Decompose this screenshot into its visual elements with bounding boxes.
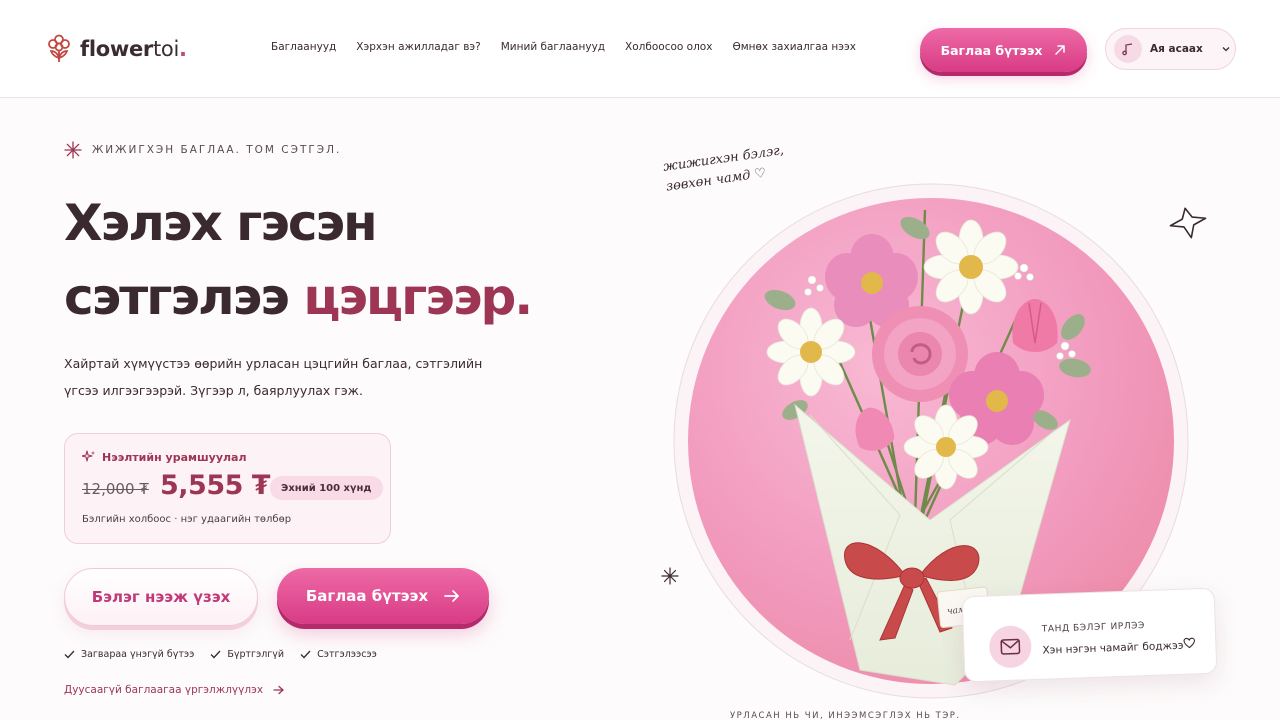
header-create-bouquet-label: Баглаа бүтээх	[940, 42, 1043, 58]
feature-check-label: Бүртгэлгүй	[227, 649, 285, 660]
hero-eyebrow: ЖИЖИГХЭН БАГЛАА. ТОМ СЭТГЭЛ.	[64, 141, 341, 159]
envelope-icon	[988, 625, 1033, 669]
music-toggle-label: Ая асаах	[1150, 43, 1203, 55]
nav-link-how-it-works[interactable]: Хэрхэн ажилладаг вэ?	[356, 41, 480, 53]
music-toggle[interactable]: Ая асаах	[1105, 28, 1236, 70]
asterisk-icon	[661, 567, 679, 585]
gift-card-text: Хэн нэгэн чамайг боджээ	[1042, 639, 1184, 657]
promo-old-price: 12,000 ₮	[82, 480, 149, 498]
check-icon	[64, 650, 75, 659]
hero-title-accent: цэцгээр.	[303, 268, 533, 326]
check-icon	[300, 650, 311, 659]
promo-note: Бэлгийн холбоос · нэг удаагийн төлбөр	[82, 514, 292, 525]
logo[interactable]: flowertoi.	[46, 34, 187, 64]
chevron-down-icon	[1222, 47, 1230, 52]
heart-outline-icon	[1183, 637, 1196, 649]
promo-card: Нээлтийн урамшуулал 12,000 ₮ 5,555 ₮ Эхн…	[64, 433, 391, 544]
arrow-right-icon	[273, 685, 285, 695]
hero-title-line2: сэтгэлээ	[64, 268, 290, 326]
feature-check-item: Загвараа үнэгүй бүтээ	[64, 649, 194, 660]
main-nav: Баглаанууд Хэрхэн ажилладаг вэ? Миний ба…	[271, 41, 856, 53]
sparkle-icon	[64, 141, 82, 159]
site-header: flowertoi. Баглаанууд Хэрхэн ажилладаг в…	[0, 0, 1280, 98]
create-bouquet-button[interactable]: Баглаа бүтээх	[277, 568, 489, 624]
sparkles-icon	[82, 450, 95, 462]
nav-link-find-link[interactable]: Холбоосоо олох	[625, 41, 712, 53]
check-icon	[210, 650, 221, 659]
open-gift-button[interactable]: Бэлэг нээж үзэх	[64, 568, 258, 626]
hero-eyebrow-text: ЖИЖИГХЭН БАГЛАА. ТОМ СЭТГЭЛ.	[92, 144, 342, 156]
gift-card-kicker: ТАНД БЭЛЭГ ИРЛЭЭ	[1041, 621, 1146, 635]
logo-wordmark: flowertoi.	[80, 37, 187, 61]
header-create-bouquet-button[interactable]: Баглаа бүтээх	[920, 28, 1087, 72]
feature-check-label: Сэтгэлээсээ	[317, 649, 377, 660]
continue-draft-label: Дуусаагүй баглаагаа үргэлжлүүлэх	[64, 684, 264, 696]
illustration-footnote: УРЛАСАН НЬ ЧИ, ИНЭЭМСЭГЛЭХ НЬ ТЭР.	[730, 711, 961, 720]
promo-badge: Эхний 100 хүнд	[270, 476, 383, 500]
nav-link-my-bouquets[interactable]: Миний баглаанууд	[501, 41, 605, 53]
gift-notification-card[interactable]: ТАНД БЭЛЭГ ИРЛЭЭ Хэн нэгэн чамайг боджээ	[961, 587, 1218, 683]
arrow-up-right-icon	[1055, 45, 1066, 55]
feature-check-item: Бүртгэлгүй	[210, 649, 284, 660]
feature-check-item: Сэтгэлээсээ	[300, 649, 377, 660]
nav-link-previous-order[interactable]: Өмнөх захиалгаа нээх	[732, 41, 856, 53]
feature-checks: Загвараа үнэгүй бүтээ Бүртгэлгүй Сэтгэлэ…	[64, 649, 377, 660]
arrow-right-icon	[444, 590, 459, 602]
promo-title-text: Нээлтийн урамшуулал	[102, 450, 247, 464]
promo-new-price: 5,555 ₮	[160, 470, 271, 501]
flower-logo-icon	[48, 34, 70, 62]
continue-draft-link[interactable]: Дуусаагүй баглаагаа үргэлжлүүлэх	[64, 684, 285, 696]
promo-title: Нээлтийн урамшуулал	[82, 450, 247, 464]
music-note-icon	[1114, 35, 1142, 63]
hero-title-line1: Хэлэх гэсэн	[64, 194, 378, 252]
star-outline-icon	[1169, 207, 1207, 239]
create-bouquet-label: Баглаа бүтээх	[305, 587, 429, 605]
hero-subtitle: Хайртай хүмүүстээ өөрийн урласан цэцгийн…	[64, 356, 483, 398]
nav-link-bouquets[interactable]: Баглаанууд	[271, 41, 336, 53]
hero-title: Хэлэх гэсэн сэтгэлээ цэцгээр.	[64, 186, 624, 334]
feature-check-label: Загвараа үнэгүй бүтээ	[81, 649, 195, 660]
